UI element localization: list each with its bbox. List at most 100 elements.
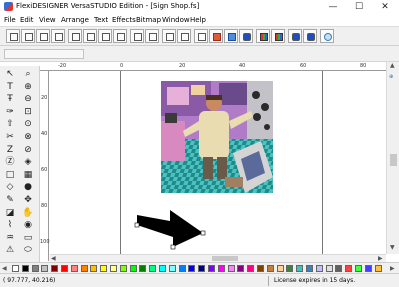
color-swatch[interactable] [90,265,98,272]
eraser-icon[interactable]: ◪ [4,207,16,219]
color-swatch[interactable] [247,265,255,272]
print-icon[interactable] [288,29,302,43]
settings-icon[interactable] [239,29,253,43]
cloud-icon[interactable] [320,29,334,43]
color-swatch[interactable] [227,265,235,272]
scroll-up-icon[interactable]: ▲ [390,62,395,69]
vertical-scroll-thumb[interactable] [390,154,397,166]
color-swatch[interactable] [237,265,245,272]
save-icon[interactable] [36,29,50,43]
color-swatch[interactable] [276,265,284,272]
color-icon[interactable] [256,29,270,43]
menu-bitmap[interactable]: Bitmap [136,16,161,24]
menu-view[interactable]: View [39,16,56,24]
palette-scroll-right-icon[interactable]: ▶ [390,265,395,272]
color-swatch[interactable] [139,265,147,272]
scroll-left-icon[interactable]: ◀ [51,255,56,262]
color-icon[interactable]: ● [22,181,34,193]
color-swatch[interactable] [51,265,59,272]
vertical-scrollbar[interactable]: ▲ ⊕ ▼ [386,62,399,254]
color-swatch[interactable] [198,265,206,272]
color-swatch[interactable] [168,265,176,272]
weld-toolbar-icon[interactable] [194,29,208,43]
menu-text[interactable]: Text [94,16,108,24]
zoom-in-icon[interactable]: ⊕ [22,81,34,93]
color-swatch[interactable] [129,265,137,272]
brush-icon[interactable]: ⌇ [4,219,16,231]
eyedropper-icon[interactable]: ✎ [4,194,16,206]
property-field[interactable] [4,49,84,59]
design-canvas[interactable] [50,71,386,254]
scroll-right-icon[interactable]: ▶ [378,255,383,262]
align-left-icon[interactable] [68,29,82,43]
shape-icon[interactable]: ◇ [4,181,16,193]
color-swatch[interactable] [374,265,382,272]
palette-scroll-left-icon[interactable]: ◀ [2,265,7,272]
color-swatch[interactable] [119,265,127,272]
placed-photo[interactable] [161,81,273,193]
selection-handle[interactable] [200,230,206,236]
color-swatch[interactable] [41,265,49,272]
fill-icon[interactable]: ◈ [22,156,34,168]
copy-icon[interactable] [98,29,112,43]
panel-icon[interactable]: ▭ [22,232,34,244]
vertical-zoom-icon[interactable]: ⊕ [389,74,393,80]
color-swatch[interactable] [61,265,68,272]
warning-icon[interactable]: ⚠ [4,244,16,256]
selection-handle[interactable] [134,222,140,228]
undo-icon[interactable] [130,29,144,43]
production-icon[interactable] [209,29,223,43]
zoom-icon[interactable]: ⌕ [22,68,34,80]
color-swatch[interactable] [208,265,215,272]
new-file-icon[interactable] [6,29,20,43]
color-swatch[interactable] [188,265,196,272]
color-swatch[interactable] [296,265,304,272]
color-swatch[interactable] [364,265,372,272]
color-swatch[interactable] [70,265,78,272]
color-swatch[interactable] [178,265,186,272]
menu-effects[interactable]: Effects [112,16,136,24]
fill-stroke-icon[interactable] [271,29,285,43]
color-swatch[interactable] [31,265,39,272]
ungroup-icon[interactable] [177,29,191,43]
horizontal-scroll-thumb[interactable] [212,256,238,261]
paint-bucket-icon[interactable]: ♒ [4,232,16,244]
scissors-icon[interactable]: ✂ [4,131,16,143]
menu-file[interactable]: File [4,16,16,24]
color-swatch[interactable] [100,265,108,272]
color-swatch[interactable] [149,265,157,272]
color-swatch[interactable] [315,265,323,272]
text-icon[interactable]: T [4,81,16,93]
color-swatch[interactable] [335,265,343,272]
redo-icon[interactable] [145,29,159,43]
color-swatch[interactable] [345,265,353,272]
color-dropper-icon[interactable]: ⊘ [22,144,34,156]
zoom-select-icon[interactable]: ⊗ [22,131,34,143]
move-icon[interactable]: ✥ [22,194,34,206]
color-swatch[interactable] [12,265,19,272]
color-swatch[interactable] [325,265,333,272]
open-file-icon[interactable] [21,29,35,43]
grid-icon[interactable]: ▦ [22,169,34,181]
distort-icon[interactable]: Z [4,144,16,156]
menu-help[interactable]: Help [190,16,206,24]
color-swatch[interactable] [355,265,362,272]
pen-icon[interactable]: ✑ [4,106,16,118]
color-swatch[interactable] [21,265,29,272]
select-arrow-icon[interactable]: ↖ [4,68,16,80]
cut-icon[interactable] [83,29,97,43]
menu-arrange[interactable]: Arrange [61,16,89,24]
shape-up-icon[interactable]: ⇧ [4,118,16,130]
arrow-shape[interactable] [130,199,210,251]
horizontal-scrollbar[interactable]: ◀ ▶ [50,254,386,262]
minimize-button[interactable]: — [320,0,346,14]
send-icon[interactable] [303,29,317,43]
import-icon[interactable] [51,29,65,43]
group-icon[interactable] [162,29,176,43]
circle-icon[interactable]: ◉ [22,219,34,231]
ellipse-icon[interactable]: ⬭ [22,244,34,256]
hand-icon[interactable]: ✋ [22,207,34,219]
bitmap-icon[interactable] [224,29,238,43]
paste-icon[interactable] [113,29,127,43]
menu-edit[interactable]: Edit [20,16,34,24]
